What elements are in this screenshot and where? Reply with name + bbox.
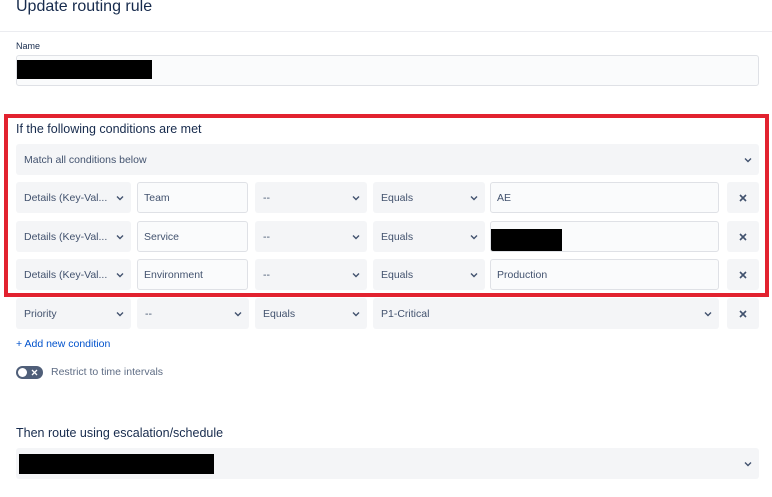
condition-modifier-select[interactable]: -- [255,259,367,290]
condition-key-input[interactable]: Team [137,182,248,213]
chevron-down-icon [744,157,752,162]
condition-modifier-select[interactable]: -- [255,182,367,213]
condition-modifier-value: -- [263,191,270,204]
close-icon [31,369,38,376]
condition-value-value: P1-Critical [381,307,430,320]
chevron-down-icon [470,234,478,239]
condition-operator-select[interactable]: Equals [255,298,367,329]
condition-field-select[interactable]: Priority [16,298,131,329]
close-icon [739,193,747,202]
condition-operator-select[interactable]: Equals [373,182,485,213]
condition-modifier-select[interactable]: -- [255,221,367,252]
match-mode-select[interactable]: Match all conditions below [16,144,759,175]
condition-modifier-value: -- [263,268,270,281]
condition-field-value: Details (Key-Val... [24,191,108,204]
restrict-toggle[interactable] [16,366,43,379]
condition-modifier-value: -- [145,307,152,320]
close-icon [739,232,747,241]
route-select[interactable] [16,448,759,479]
condition-key-input[interactable]: Service [137,221,248,252]
name-label: Name [16,41,41,51]
condition-field-select[interactable]: Details (Key-Val... [16,221,131,252]
name-input[interactable] [16,55,759,86]
chevron-down-icon [470,195,478,200]
condition-field-value: Details (Key-Val... [24,230,108,243]
chevron-down-icon [116,272,124,277]
condition-value-input[interactable]: AE [490,182,719,213]
add-condition-link[interactable]: + Add new condition [16,338,110,350]
condition-field-select[interactable]: Details (Key-Val... [16,182,131,213]
chevron-down-icon [352,311,360,316]
chevron-down-icon [234,311,242,316]
condition-field-value: Priority [24,307,57,320]
redacted-value [491,229,562,251]
condition-modifier-value: -- [263,230,270,243]
chevron-down-icon [116,311,124,316]
remove-condition-button[interactable] [727,182,759,213]
header-divider [0,31,772,32]
redacted-name [17,60,152,79]
condition-value-input[interactable]: Production [490,259,719,290]
chevron-down-icon [116,234,124,239]
condition-operator-value: Equals [381,230,414,243]
chevron-down-icon [744,461,752,466]
remove-condition-button[interactable] [727,298,759,329]
close-icon [739,270,747,279]
condition-field-value: Details (Key-Val... [24,268,108,281]
condition-modifier-select[interactable]: -- [137,298,249,329]
toggle-knob [18,368,27,377]
condition-field-select[interactable]: Details (Key-Val... [16,259,131,290]
condition-operator-value: Equals [381,268,414,281]
chevron-down-icon [352,195,360,200]
close-icon [739,309,747,318]
condition-value-input[interactable] [490,221,719,252]
chevron-down-icon [352,234,360,239]
condition-operator-select[interactable]: Equals [373,259,485,290]
route-heading: Then route using escalation/schedule [16,426,224,440]
condition-operator-value: Equals [381,191,414,204]
conditions-heading: If the following conditions are met [16,122,202,136]
condition-operator-value: Equals [263,307,296,320]
condition-key-input[interactable]: Environment [137,259,248,290]
chevron-down-icon [352,272,360,277]
condition-operator-select[interactable]: Equals [373,221,485,252]
remove-condition-button[interactable] [727,221,759,252]
remove-condition-button[interactable] [727,259,759,290]
match-mode-value: Match all conditions below [24,153,147,166]
chevron-down-icon [116,195,124,200]
condition-value-select[interactable]: P1-Critical [373,298,719,329]
page-title: Update routing rule [16,0,153,15]
restrict-label: Restrict to time intervals [51,366,164,378]
chevron-down-icon [470,272,478,277]
chevron-down-icon [704,311,712,316]
redacted-route [19,454,214,474]
